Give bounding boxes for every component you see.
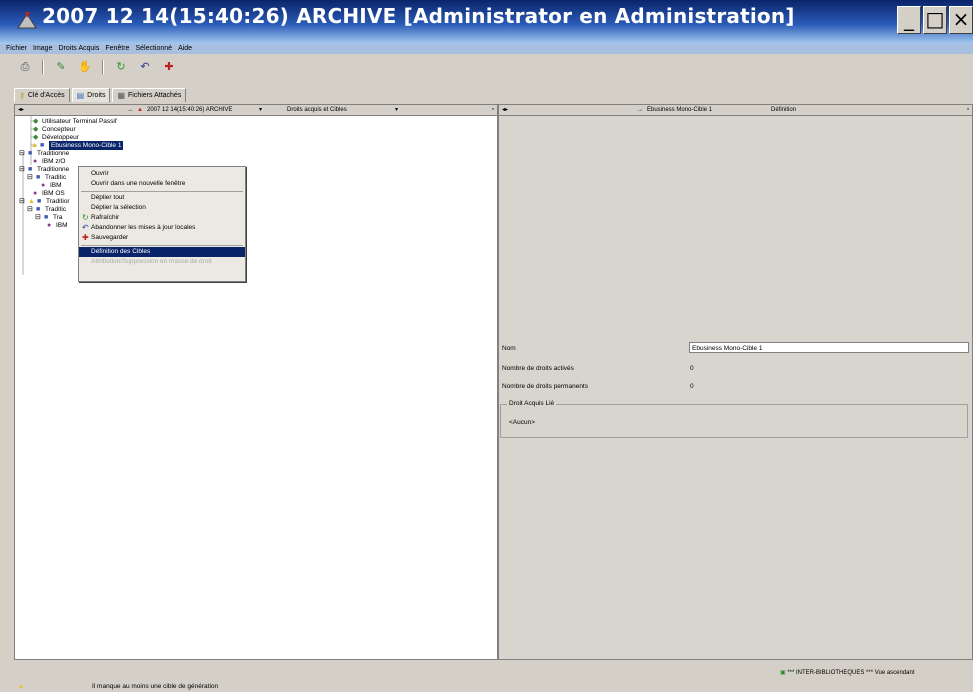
menu-droits-acquis[interactable]: Droits Acquis (58, 44, 99, 54)
expand-icon[interactable]: ⊟ (35, 214, 43, 222)
collapse-icon[interactable]: ◂▸ (502, 105, 508, 115)
context-menu: Ouvrir Ouvrir dans une nouvelle fenêtre … (78, 166, 246, 282)
droit-acquis-lie-group: Droit Acquis Lié <Aucun> (500, 400, 968, 438)
tab-label: Droits (87, 92, 106, 99)
menu-aide[interactable]: Aide (178, 44, 192, 54)
window-title: 2007 12 14(15:40:26) ARCHIVE [Administra… (42, 4, 795, 28)
menu-image[interactable]: Image (33, 44, 52, 54)
app-icon (17, 12, 37, 29)
library-icon: ▣ (780, 670, 786, 676)
droit-acquis-lie-value: <Aucun> (509, 419, 536, 426)
expand-icon[interactable]: ⊟ (27, 174, 35, 182)
undo-icon[interactable]: ↶ (138, 60, 152, 74)
tree-pane-header: ◂▸ → ▲ 2007 12 14(15:40:26) ARCHIVE ▾ Dr… (15, 105, 497, 116)
toolbar-separator (102, 60, 104, 74)
tab-label: Fichiers Attachés (128, 92, 182, 99)
menu-item-deplier-selection[interactable]: Déplier la sélection (79, 203, 245, 213)
arrow-icon: → (127, 107, 133, 113)
tab-cle-acces[interactable]: ⚷ Clé d'Accès (14, 88, 70, 102)
target-label: Ebusiness Mono-Cible 1 (647, 107, 713, 113)
wand-icon[interactable]: ✎ (54, 60, 68, 74)
menu-item-ouvrir[interactable]: Ouvrir (79, 169, 245, 179)
archive-label: 2007 12 14(15:40:26) ARCHIVE (147, 107, 233, 113)
maximize-button[interactable]: □ (923, 6, 947, 34)
warning-icon: ▲ (18, 683, 25, 690)
nom-label: Nom (502, 345, 516, 352)
menu-bar: Fichier Image Droits Acquis Fenêtre Séle… (0, 44, 973, 54)
menu-item-abandonner[interactable]: Abandonner les mises à jour locales (79, 223, 245, 233)
tab-definition[interactable]: Définition (771, 105, 796, 115)
expand-icon[interactable]: ⊟ (27, 206, 35, 214)
droits-permanents-value: 0 (690, 383, 694, 390)
rights-icon: ▤ (76, 91, 85, 100)
toolbar: ⎙ ✎ ✋ ↻ ↶ ✚ (0, 56, 973, 78)
menu-fenetre[interactable]: Fenêtre (105, 44, 129, 54)
menu-item-attribution-masse: Attribution/Suppression en masse de droi… (91, 258, 212, 265)
menu-item-sauvegarder[interactable]: Sauvegarder (79, 233, 245, 243)
expand-icon[interactable]: ⊟ (19, 166, 27, 174)
menu-separator (81, 191, 243, 192)
detail-pane-header: ◂▸ → Ebusiness Mono-Cible 1 Définition ▫ (499, 105, 972, 116)
collapse-icon[interactable]: ◂▸ (18, 105, 24, 115)
droits-actives-value: 0 (690, 365, 694, 372)
droits-actives-label: Nombre de droits activés (502, 365, 574, 372)
tools-icon[interactable]: ✋ (78, 60, 92, 74)
pane-maximize-icon[interactable]: ▫ (489, 105, 497, 115)
status-bar: ▲ Il manque au moins une cible de généra… (0, 682, 973, 692)
key-icon: ⚷ (19, 91, 25, 100)
archive-icon: ▲ (137, 107, 143, 113)
chevron-down-icon[interactable]: ▾ (395, 105, 398, 115)
chevron-down-icon[interactable]: ▾ (259, 105, 262, 115)
system-icon: ● (47, 221, 52, 229)
nom-field[interactable]: Ebusiness Mono-Cible 1 (689, 342, 969, 353)
minimize-button[interactable]: _ (897, 6, 921, 34)
save-icon[interactable]: ✚ (162, 60, 176, 74)
tab-fichiers-attaches[interactable]: ▦ Fichiers Attachés (112, 88, 187, 102)
document-icon: ▦ (117, 91, 126, 100)
status-message: Il manque au moins une cible de générati… (92, 683, 219, 690)
menu-fichier[interactable]: Fichier (6, 44, 27, 54)
menu-item-ouvrir-nouvelle-fenetre[interactable]: Ouvrir dans une nouvelle fenêtre (79, 179, 245, 189)
droits-permanents-label: Nombre de droits permanents (502, 383, 588, 390)
menu-item-deplier-tout[interactable]: Déplier tout (79, 193, 245, 203)
view-dropdown[interactable]: Droits acquis et Cibles (287, 105, 347, 115)
status-right: ▣ *** INTER-BIBLIOTHEQUES *** Vue ascend… (780, 668, 915, 678)
menu-item-rafraichir[interactable]: Rafraîchir (79, 213, 245, 223)
tab-strip: ⚷ Clé d'Accès ▤ Droits ▦ Fichiers Attach… (14, 88, 187, 102)
status-view-label: *** INTER-BIBLIOTHEQUES *** Vue ascendan… (787, 670, 915, 676)
tab-label: Clé d'Accès (27, 92, 65, 99)
menu-item-definition-cibles[interactable]: Définition des Cibles (79, 247, 245, 257)
menu-selectionne[interactable]: Sélectionné (135, 44, 172, 54)
toolbar-separator (42, 60, 44, 74)
title-bar: 2007 12 14(15:40:26) ARCHIVE [Administra… (0, 0, 973, 44)
detail-pane: ◂▸ → Ebusiness Mono-Cible 1 Définition ▫ (498, 104, 973, 660)
pane-maximize-icon[interactable]: ▫ (964, 105, 972, 115)
group-title: Droit Acquis Lié (507, 400, 557, 407)
print-icon[interactable]: ⎙ (18, 60, 32, 74)
tab-droits[interactable]: ▤ Droits (71, 88, 111, 102)
arrow-icon: → (637, 107, 643, 113)
close-button[interactable]: × (949, 6, 973, 34)
expand-icon[interactable]: ⊟ (19, 150, 27, 158)
expand-icon[interactable]: ⊟ (19, 198, 27, 206)
tree-item[interactable]: ● IBM (47, 221, 68, 230)
tree-item-label: IBM (56, 222, 68, 229)
menu-separator (81, 245, 243, 246)
refresh-icon[interactable]: ↻ (114, 60, 128, 74)
